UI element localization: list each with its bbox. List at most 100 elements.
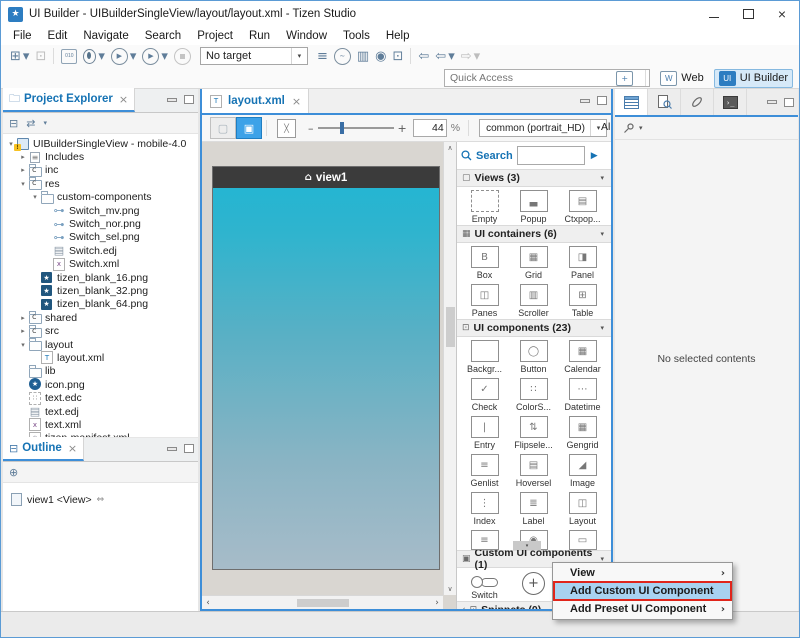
chevron-right-icon[interactable]: ▸ bbox=[18, 327, 28, 335]
tree-item[interactable]: ▾cres bbox=[3, 177, 198, 190]
maximize-button[interactable] bbox=[731, 1, 765, 27]
tree-item[interactable]: text.xml bbox=[3, 418, 198, 431]
view1-canvas[interactable]: ⌂ view1 bbox=[212, 166, 440, 570]
tree-item[interactable]: ▸Includes bbox=[3, 150, 198, 163]
package-manager-button[interactable]: ▥ bbox=[357, 47, 369, 65]
pin-icon[interactable] bbox=[623, 122, 635, 134]
back-history-button[interactable]: ⇦▾ bbox=[435, 47, 454, 65]
tree-item[interactable]: ▾custom-components bbox=[3, 191, 198, 204]
palette-search-input[interactable] bbox=[517, 146, 585, 165]
chevron-right-icon[interactable]: ▸ bbox=[18, 314, 28, 322]
design-view-button[interactable]: ▣ bbox=[236, 117, 262, 139]
scroll-up-icon[interactable]: ∧ bbox=[444, 142, 456, 154]
stop-button[interactable] bbox=[174, 47, 191, 65]
menu-tools[interactable]: Tools bbox=[335, 30, 378, 42]
add-custom-component-button[interactable]: + bbox=[509, 571, 558, 600]
menu-project[interactable]: Project bbox=[189, 30, 241, 42]
menu-run[interactable]: Run bbox=[241, 30, 278, 42]
tree-item[interactable]: ▸cinc bbox=[3, 164, 198, 177]
palette-item-grid[interactable]: ▦Grid bbox=[509, 246, 558, 280]
tree-item[interactable]: Switch_nor.png bbox=[3, 217, 198, 230]
source-view-button[interactable]: ▢ bbox=[210, 117, 236, 139]
tree-item[interactable]: layout.xml bbox=[3, 351, 198, 364]
new-project-button[interactable]: ⊞▾ bbox=[10, 47, 29, 65]
design-canvas[interactable]: ⌂ view1 ∧ ∨ ‹ › bbox=[202, 142, 456, 609]
palette-section-views-3-[interactable]: ▢Views (3)▾ bbox=[457, 169, 611, 187]
palette-item-calendar[interactable]: ▦Calendar bbox=[558, 340, 607, 374]
fit-to-window-button[interactable]: ╳ bbox=[277, 119, 296, 138]
context-menu-item-add-custom-ui-component[interactable]: Add Custom UI Component bbox=[553, 582, 732, 600]
tree-item[interactable]: icon.png bbox=[3, 378, 198, 391]
tree-item[interactable]: Switch_mv.png bbox=[3, 204, 198, 217]
maximize-panel-icon[interactable] bbox=[184, 95, 194, 104]
run-button[interactable]: ▶▾ bbox=[111, 47, 137, 65]
minimize-editor-icon[interactable] bbox=[580, 99, 590, 103]
vertical-scrollbar-thumb[interactable] bbox=[446, 307, 455, 347]
palette-item-colors-[interactable]: ∷ColorS... bbox=[509, 378, 558, 412]
tree-item[interactable]: text.edj bbox=[3, 405, 198, 418]
outline-item-view1[interactable]: view1 <View> ⇔ bbox=[11, 493, 198, 506]
perspective-web-button[interactable]: WWeb bbox=[656, 70, 707, 87]
palette-scroll-down-button[interactable]: ▾ bbox=[513, 541, 541, 550]
palette-item-flipsele-[interactable]: ⇅Flipsele... bbox=[509, 416, 558, 450]
menu-edit[interactable]: Edit bbox=[40, 30, 76, 42]
horizontal-scrollbar-thumb[interactable] bbox=[297, 599, 349, 607]
add-view-icon[interactable]: ⊕ bbox=[9, 466, 18, 479]
minimize-panel-icon[interactable] bbox=[167, 447, 177, 451]
zoom-value-input[interactable] bbox=[413, 119, 447, 137]
palette-item-partial[interactable]: ≡ bbox=[460, 530, 509, 550]
palette-section-ui-containers-6-[interactable]: ▦UI containers (6)▾ bbox=[457, 225, 611, 243]
palette-item-genlist[interactable]: ≡Genlist bbox=[460, 454, 509, 488]
certificate-manager-button[interactable]: ◉ bbox=[375, 47, 386, 65]
palette-item-button[interactable]: ◯Button bbox=[509, 340, 558, 374]
close-button[interactable]: × bbox=[765, 1, 799, 27]
open-perspective-button[interactable]: + bbox=[612, 70, 641, 87]
tree-item[interactable]: Switch_sel.png bbox=[3, 231, 198, 244]
project-explorer-tab[interactable]: 🗀 Project Explorer × bbox=[3, 88, 135, 112]
chevron-down-icon[interactable]: ▾ bbox=[18, 341, 28, 349]
tree-item[interactable]: ▸cshared bbox=[3, 311, 198, 324]
minimize-button[interactable] bbox=[697, 1, 731, 27]
tree-item[interactable]: ▸csrc bbox=[3, 324, 198, 337]
palette-item-panes[interactable]: ◫Panes bbox=[460, 284, 509, 318]
palette-item-gengrid[interactable]: ▦Gengrid bbox=[558, 416, 607, 450]
chevron-right-icon[interactable]: ▸ bbox=[18, 166, 28, 174]
palette-item-panel[interactable]: ◨Panel bbox=[558, 246, 607, 280]
close-icon[interactable]: × bbox=[119, 93, 128, 106]
save-all-button[interactable]: ⊡ bbox=[35, 47, 46, 65]
view-menu-icon[interactable]: ▾ bbox=[43, 119, 47, 127]
palette-item-scroller[interactable]: ▥Scroller bbox=[509, 284, 558, 318]
debug-button[interactable]: ▾ bbox=[83, 47, 105, 65]
palette-item-layout[interactable]: ◫Layout bbox=[558, 492, 607, 526]
chevron-right-icon[interactable]: ▸ bbox=[18, 153, 28, 161]
resolution-selector[interactable]: common (portrait_HD) ▾ bbox=[479, 119, 607, 137]
zoom-slider-thumb[interactable] bbox=[340, 122, 344, 134]
palette-item-entry[interactable]: |Entry bbox=[460, 416, 509, 450]
log-view-button[interactable]: 010 bbox=[61, 47, 77, 65]
tree-item[interactable]: ▾layout bbox=[3, 338, 198, 351]
palette-item-partial[interactable]: ▭ bbox=[558, 530, 607, 550]
tab-console[interactable]: ›_ bbox=[714, 89, 747, 115]
maximize-panel-icon[interactable] bbox=[184, 444, 194, 453]
chevron-down-icon[interactable]: ▾ bbox=[600, 174, 604, 182]
tree-item[interactable]: text.edc bbox=[3, 391, 198, 404]
view1-background[interactable] bbox=[213, 188, 439, 569]
perspective-ui-builder-button[interactable]: UIUI Builder bbox=[714, 69, 793, 88]
menu-navigate[interactable]: Navigate bbox=[75, 30, 136, 42]
palette-item-index[interactable]: ⋮Index bbox=[460, 492, 509, 526]
palette-item-switch[interactable]: Switch bbox=[460, 571, 509, 600]
tree-item[interactable]: Switch.xml bbox=[3, 258, 198, 271]
chevron-down-icon[interactable]: ▾ bbox=[30, 193, 40, 201]
zoom-slider[interactable]: – + bbox=[304, 122, 411, 135]
context-menu-item-add-preset-ui-component[interactable]: Add Preset UI Component› bbox=[553, 600, 732, 618]
menu-file[interactable]: File bbox=[5, 30, 40, 42]
scroll-right-icon[interactable]: › bbox=[431, 598, 443, 608]
palette-item-backgr-[interactable]: Backgr... bbox=[460, 340, 509, 374]
search-run-icon[interactable]: ▶ bbox=[591, 151, 598, 161]
maximize-editor-icon[interactable] bbox=[597, 96, 607, 105]
chevron-down-icon[interactable]: ▾ bbox=[600, 324, 604, 332]
minimize-panel-icon[interactable] bbox=[767, 100, 777, 104]
maximize-panel-icon[interactable] bbox=[784, 98, 794, 107]
palette-item-popup[interactable]: ▃Popup bbox=[509, 190, 558, 224]
palette-item-hoversel[interactable]: ▤Hoversel bbox=[509, 454, 558, 488]
